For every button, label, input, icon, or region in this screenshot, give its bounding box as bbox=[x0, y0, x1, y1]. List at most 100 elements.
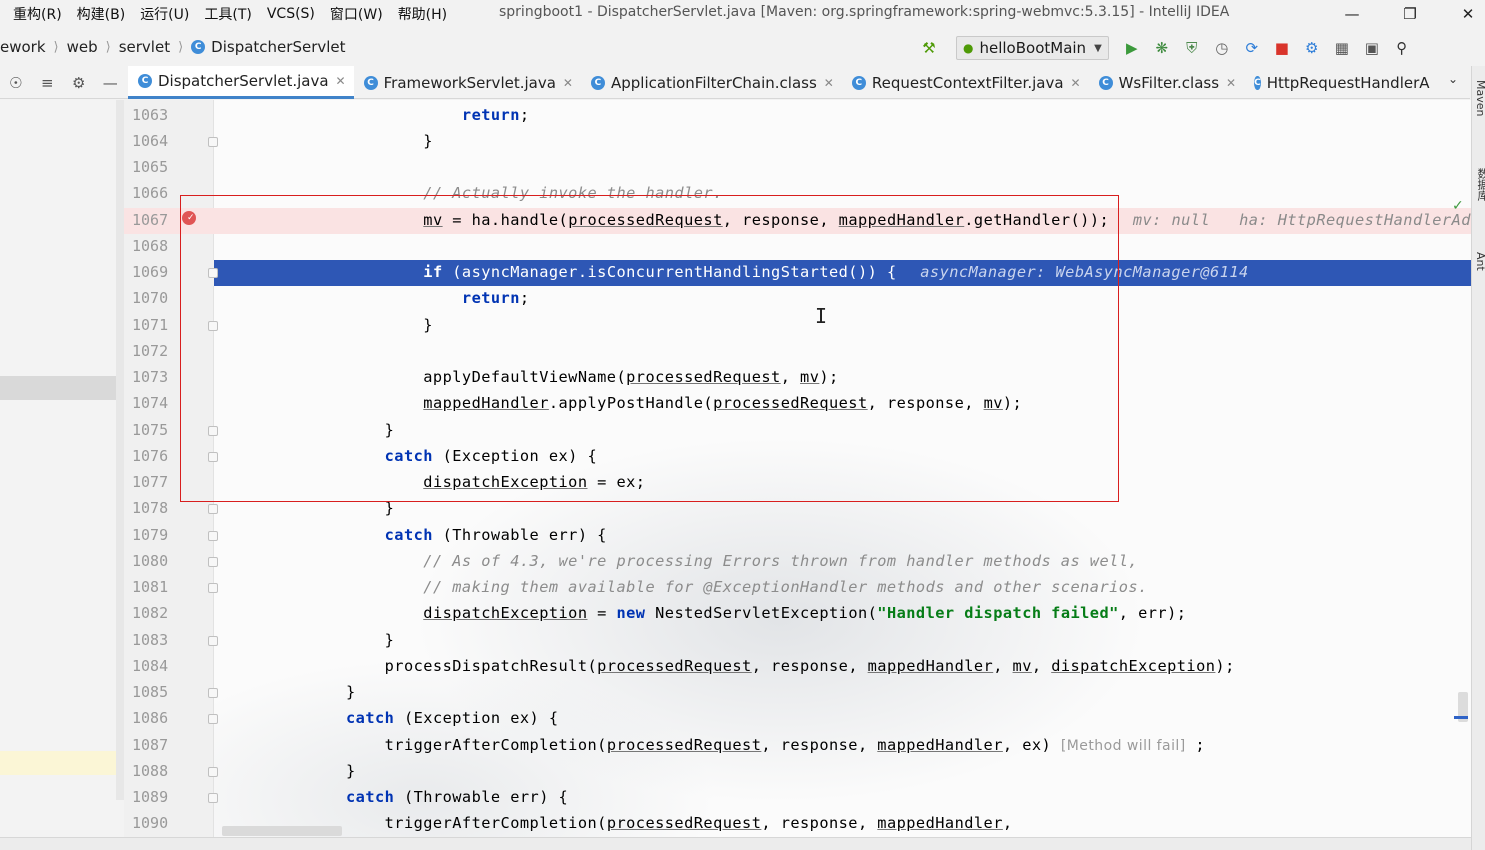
menu-vcs[interactable]: VCS(S) bbox=[260, 6, 323, 22]
breadcrumb-item-web[interactable]: web bbox=[67, 38, 98, 56]
current-execution-line[interactable]: 1069 if (asyncManager.isConcurrentHandli… bbox=[124, 260, 1471, 286]
menu-run[interactable]: 运行(U) bbox=[133, 4, 197, 24]
menu-tools[interactable]: 工具(T) bbox=[197, 4, 259, 24]
close-icon[interactable]: ✕ bbox=[1071, 76, 1081, 90]
tab-dispatcherservlet[interactable]: C DispatcherServlet.java ✕ bbox=[128, 66, 354, 99]
run-config-selector[interactable]: ● helloBootMain ▼ bbox=[956, 36, 1109, 60]
code-line[interactable]: 1071 } bbox=[124, 313, 1471, 339]
code-line[interactable]: 1066 // Actually invoke the handler. bbox=[124, 181, 1471, 207]
close-icon[interactable]: ✕ bbox=[1226, 76, 1236, 90]
breadcrumb-item-framework[interactable]: ework bbox=[0, 38, 46, 56]
code-text: return; bbox=[461, 106, 530, 124]
tab-wsfilter[interactable]: C WsFilter.class ✕ bbox=[1089, 66, 1245, 99]
code-line[interactable]: 1084 processDispatchResult(processedRequ… bbox=[124, 654, 1471, 680]
tool-window-maven[interactable]: Maven bbox=[1474, 80, 1485, 116]
run-icon[interactable]: ▶ bbox=[1119, 35, 1145, 61]
project-tree-selected-row[interactable] bbox=[0, 376, 118, 400]
breadcrumb-item-servlet[interactable]: servlet bbox=[119, 38, 170, 56]
terminal-icon[interactable]: ▣ bbox=[1359, 35, 1385, 61]
code-line[interactable]: 1081 // making them available for @Excep… bbox=[124, 575, 1471, 601]
fold-marker-icon[interactable] bbox=[208, 268, 218, 278]
breakpoint-line[interactable]: 1067 mv = ha.handle(processedRequest, re… bbox=[124, 208, 1471, 234]
tab-requestcontextfilter[interactable]: C RequestContextFilter.java ✕ bbox=[842, 66, 1089, 99]
menu-window[interactable]: 窗口(W) bbox=[323, 4, 391, 24]
code-line[interactable]: 1063 return; bbox=[124, 103, 1471, 129]
search-icon[interactable]: ⚲ bbox=[1389, 35, 1415, 61]
code-text: catch (Exception ex) { bbox=[384, 447, 598, 465]
code-line[interactable]: 1075 } bbox=[124, 418, 1471, 444]
code-line[interactable]: 1073 applyDefaultViewName(processedReque… bbox=[124, 365, 1471, 391]
code-line[interactable]: 1076 catch (Exception ex) { bbox=[124, 444, 1471, 470]
code-line[interactable]: 1078 } bbox=[124, 496, 1471, 522]
project-tree-highlight-row[interactable] bbox=[0, 751, 122, 775]
code-text: } bbox=[346, 316, 433, 334]
tool-window-database[interactable]: 数据库 bbox=[1474, 168, 1485, 201]
code-line[interactable]: 1080 // As of 4.3, we're processing Erro… bbox=[124, 549, 1471, 575]
tab-httprequesthandleradapter[interactable]: C HttpRequestHandlerA bbox=[1244, 66, 1434, 99]
project-structure-icon[interactable]: ▦ bbox=[1329, 35, 1355, 61]
code-text: } bbox=[346, 421, 395, 439]
fold-marker-icon[interactable] bbox=[208, 714, 218, 724]
fold-marker-icon[interactable] bbox=[208, 688, 218, 698]
debug-icon[interactable]: ❋ bbox=[1149, 35, 1175, 61]
code-line[interactable]: 1089 catch (Throwable err) { bbox=[124, 785, 1471, 811]
coverage-icon[interactable]: ⛨ bbox=[1179, 35, 1205, 61]
locate-icon[interactable]: ☉ bbox=[0, 69, 32, 97]
code-line[interactable]: 1070 return; bbox=[124, 286, 1471, 312]
line-number: 1076 bbox=[132, 447, 169, 465]
menu-refactor[interactable]: 重构(R) bbox=[6, 4, 70, 24]
code-editor[interactable]: 1063 return; 1064 } 1065 1066 // Actuall… bbox=[0, 100, 1471, 837]
fold-marker-icon[interactable] bbox=[208, 583, 218, 593]
horizontal-scrollbar-thumb[interactable] bbox=[222, 826, 342, 836]
code-line[interactable]: 1086 catch (Exception ex) { bbox=[124, 706, 1471, 732]
tab-frameworkservlet[interactable]: C FrameworkServlet.java ✕ bbox=[354, 66, 581, 99]
tool-window-ant[interactable]: Ant bbox=[1474, 252, 1485, 271]
fold-marker-icon[interactable] bbox=[208, 452, 218, 462]
line-number: 1070 bbox=[132, 289, 169, 307]
collapse-all-icon[interactable]: ≡ bbox=[32, 69, 64, 97]
code-line[interactable]: 1072 bbox=[124, 339, 1471, 365]
code-line[interactable]: 1077 dispatchException = ex; bbox=[124, 470, 1471, 496]
tab-applicationfilterchain[interactable]: C ApplicationFilterChain.class ✕ bbox=[581, 66, 842, 99]
code-line[interactable]: 1074 mappedHandler.applyPostHandle(proce… bbox=[124, 391, 1471, 417]
fold-marker-icon[interactable] bbox=[208, 321, 218, 331]
minimize-button[interactable]: — bbox=[1330, 0, 1374, 28]
fold-marker-icon[interactable] bbox=[208, 531, 218, 541]
hide-icon[interactable]: — bbox=[95, 69, 127, 97]
translate-icon[interactable]: ⚙ bbox=[1299, 35, 1325, 61]
project-scrollbar[interactable] bbox=[116, 100, 124, 800]
close-icon[interactable]: ✕ bbox=[336, 74, 346, 88]
fold-marker-icon[interactable] bbox=[208, 636, 218, 646]
code-line[interactable]: 1087 triggerAfterCompletion(processedReq… bbox=[124, 733, 1471, 759]
menu-build[interactable]: 构建(B) bbox=[70, 4, 134, 24]
inspection-ok-icon[interactable]: ✓ bbox=[1452, 198, 1464, 214]
update-running-icon[interactable]: ⟳ bbox=[1239, 35, 1265, 61]
code-line[interactable]: 1079 catch (Throwable err) { bbox=[124, 523, 1471, 549]
fold-marker-icon[interactable] bbox=[208, 767, 218, 777]
fold-marker-icon[interactable] bbox=[208, 793, 218, 803]
menu-help[interactable]: 帮助(H) bbox=[391, 4, 455, 24]
breadcrumb-item-class[interactable]: DispatcherServlet bbox=[211, 38, 345, 56]
code-line[interactable]: 1068 bbox=[124, 234, 1471, 260]
chevron-right-icon: ⟩ bbox=[178, 39, 184, 55]
gear-icon[interactable]: ⚙ bbox=[63, 69, 95, 97]
code-line[interactable]: 1065 bbox=[124, 155, 1471, 181]
fold-marker-icon[interactable] bbox=[208, 557, 218, 567]
restore-button[interactable]: ❐ bbox=[1388, 0, 1432, 28]
code-line[interactable]: 1088 } bbox=[124, 759, 1471, 785]
fold-marker-icon[interactable] bbox=[208, 137, 218, 147]
code-line[interactable]: 1083 } bbox=[124, 628, 1471, 654]
close-icon[interactable]: ✕ bbox=[824, 76, 834, 90]
fold-marker-icon[interactable] bbox=[208, 426, 218, 436]
code-line[interactable]: 1085 } bbox=[124, 680, 1471, 706]
code-line[interactable]: 1064 } bbox=[124, 129, 1471, 155]
stop-icon[interactable]: ■ bbox=[1269, 35, 1295, 61]
code-line[interactable]: 1082 dispatchException = new NestedServl… bbox=[124, 601, 1471, 627]
close-window-button[interactable]: ✕ bbox=[1446, 0, 1485, 28]
profile-icon[interactable]: ◷ bbox=[1209, 35, 1235, 61]
code-text: return; bbox=[461, 289, 530, 307]
build-hammer-icon[interactable]: ⚒ bbox=[916, 35, 942, 61]
chevron-down-icon[interactable]: ⌄ bbox=[1443, 72, 1463, 92]
fold-marker-icon[interactable] bbox=[208, 504, 218, 514]
close-icon[interactable]: ✕ bbox=[563, 76, 573, 90]
